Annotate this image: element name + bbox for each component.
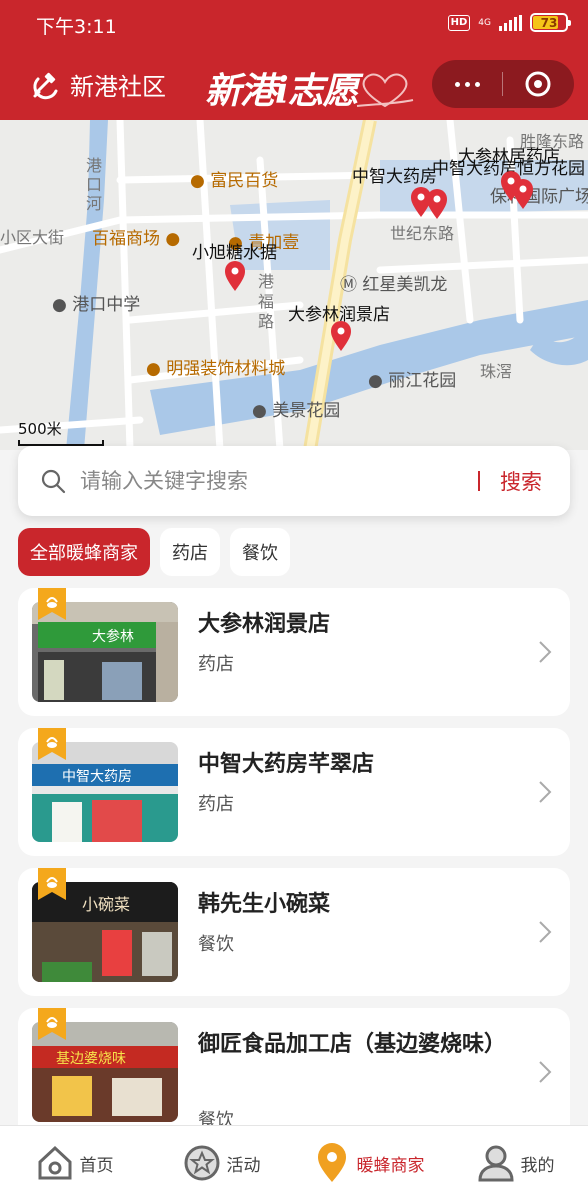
map-road-label: 珠滘: [480, 362, 513, 381]
map-poi-label: ● 富民百货: [190, 171, 279, 191]
signal-icon: [499, 14, 522, 31]
shop-sign-text: 大参林: [92, 628, 134, 645]
shop-name: 韩先生小碗菜: [198, 892, 331, 917]
status-icons: HD 4G 73: [447, 13, 571, 32]
map-poi-label: ● 美景花园: [252, 401, 341, 421]
map-pin-icon[interactable]: [426, 188, 448, 220]
shop-category: 餐饮: [198, 934, 234, 955]
filter-pharmacy[interactable]: 药店: [160, 528, 220, 576]
heart-icon: [356, 73, 414, 108]
shop-card[interactable]: 小碗菜 韩先生小碗菜 餐饮: [18, 868, 570, 996]
map-poi-label: ● 丽江花园: [368, 371, 457, 391]
shop-name: 中智大药房芊翠店: [198, 752, 375, 777]
chevron-right-icon: [539, 641, 552, 663]
shop-card[interactable]: 大参林 大参林润景店 药店: [18, 588, 570, 716]
map-shop-label: 中智大药房: [352, 167, 437, 187]
bee-badge-icon: [38, 868, 66, 900]
search-button[interactable]: 搜索: [480, 466, 570, 496]
tab-profile-label: 我的: [520, 1155, 555, 1176]
community-title: 新港社区: [30, 67, 166, 102]
shop-sign-text: 基边婆烧味: [56, 1050, 126, 1067]
user-icon: [477, 1145, 514, 1182]
star-icon: [184, 1145, 219, 1181]
mini-program-capsule: [432, 60, 574, 108]
tab-activity-label: 活动: [226, 1155, 261, 1176]
app-header: 新港社区 新港i志愿: [0, 50, 588, 120]
hd-icon: HD: [447, 14, 471, 31]
tab-activity[interactable]: 活动: [147, 1126, 294, 1200]
map-road-label: 港福路: [258, 272, 275, 331]
tab-home[interactable]: 首页: [0, 1126, 147, 1200]
map-view[interactable]: 胜隆东路 世纪东路 港口河 小区大街 港福路 珠滘 ● 富民百货 百福商场 ● …: [0, 120, 588, 450]
map-poi-label: Ⓜ 红星美凯龙: [340, 275, 448, 295]
map-poi-label: ● 明强装饰材料城: [146, 359, 286, 379]
target-icon: [525, 71, 551, 97]
chevron-right-icon: [539, 1061, 552, 1083]
search-icon: [41, 469, 66, 494]
shop-sign-text: 小碗菜: [82, 895, 130, 914]
status-time: 下午3:11: [36, 16, 117, 38]
shop-card[interactable]: 中智大药房 中智大药房芊翠店 药店: [18, 728, 570, 856]
filter-dining[interactable]: 餐饮: [230, 528, 290, 576]
close-program-button[interactable]: [503, 70, 573, 98]
home-icon: [38, 1145, 71, 1180]
community-name: 新港社区: [70, 73, 166, 101]
shop-category: 药店: [198, 654, 234, 675]
bee-badge-icon: [38, 728, 66, 760]
map-pin-icon[interactable]: [224, 260, 246, 292]
tab-merchants[interactable]: 暖蜂商家: [294, 1126, 441, 1200]
bee-badge-icon: [38, 1008, 66, 1040]
tab-profile[interactable]: 我的: [441, 1126, 588, 1200]
map-poi-label: ● 港口中学: [52, 295, 141, 315]
tab-merchants-label: 暖蜂商家: [356, 1155, 425, 1176]
map-road-label: 港口河: [86, 156, 103, 213]
filter-all[interactable]: 全部暖蜂商家: [18, 528, 150, 576]
map-scale: 500米: [18, 418, 104, 446]
map-pin-icon[interactable]: [512, 178, 534, 210]
shop-sign-text: 中智大药房: [62, 769, 132, 785]
hammer-sickle-icon: [33, 72, 58, 99]
map-road-label: 世纪东路: [390, 224, 455, 243]
search-input[interactable]: [80, 469, 478, 493]
shop-name: 御匠食品加工店（基边婆烧味）: [198, 1032, 507, 1057]
battery-icon: 73: [530, 13, 571, 32]
brand-logo: 新港i志愿: [205, 58, 415, 112]
shop-category: 药店: [198, 794, 234, 815]
shop-list: 大参林 大参林润景店 药店 中智大药房 中智大药房芊翠店 药店 小碗菜 韩先生小…: [18, 588, 570, 1170]
brand-title: 新港i志愿: [205, 70, 359, 112]
location-pin-icon: [317, 1143, 346, 1182]
category-filters: 全部暖蜂商家 药店 餐饮: [18, 528, 290, 576]
tab-home-label: 首页: [79, 1155, 114, 1176]
search-bar: 搜索: [18, 446, 570, 516]
status-bar: 下午3:11 HD 4G 73: [0, 0, 588, 50]
network-icon: 4G: [478, 17, 491, 28]
bee-badge-icon: [38, 588, 66, 620]
chevron-right-icon: [539, 921, 552, 943]
bottom-tab-bar: 首页 活动 暖蜂商家 我的: [0, 1125, 588, 1200]
map-poi-label: 百福商场 ●: [92, 229, 181, 249]
more-icon[interactable]: [432, 81, 502, 87]
shop-name: 大参林润景店: [198, 612, 331, 637]
map-road-label: 小区大街: [0, 228, 65, 247]
chevron-right-icon: [539, 781, 552, 803]
map-pin-icon[interactable]: [330, 320, 352, 352]
